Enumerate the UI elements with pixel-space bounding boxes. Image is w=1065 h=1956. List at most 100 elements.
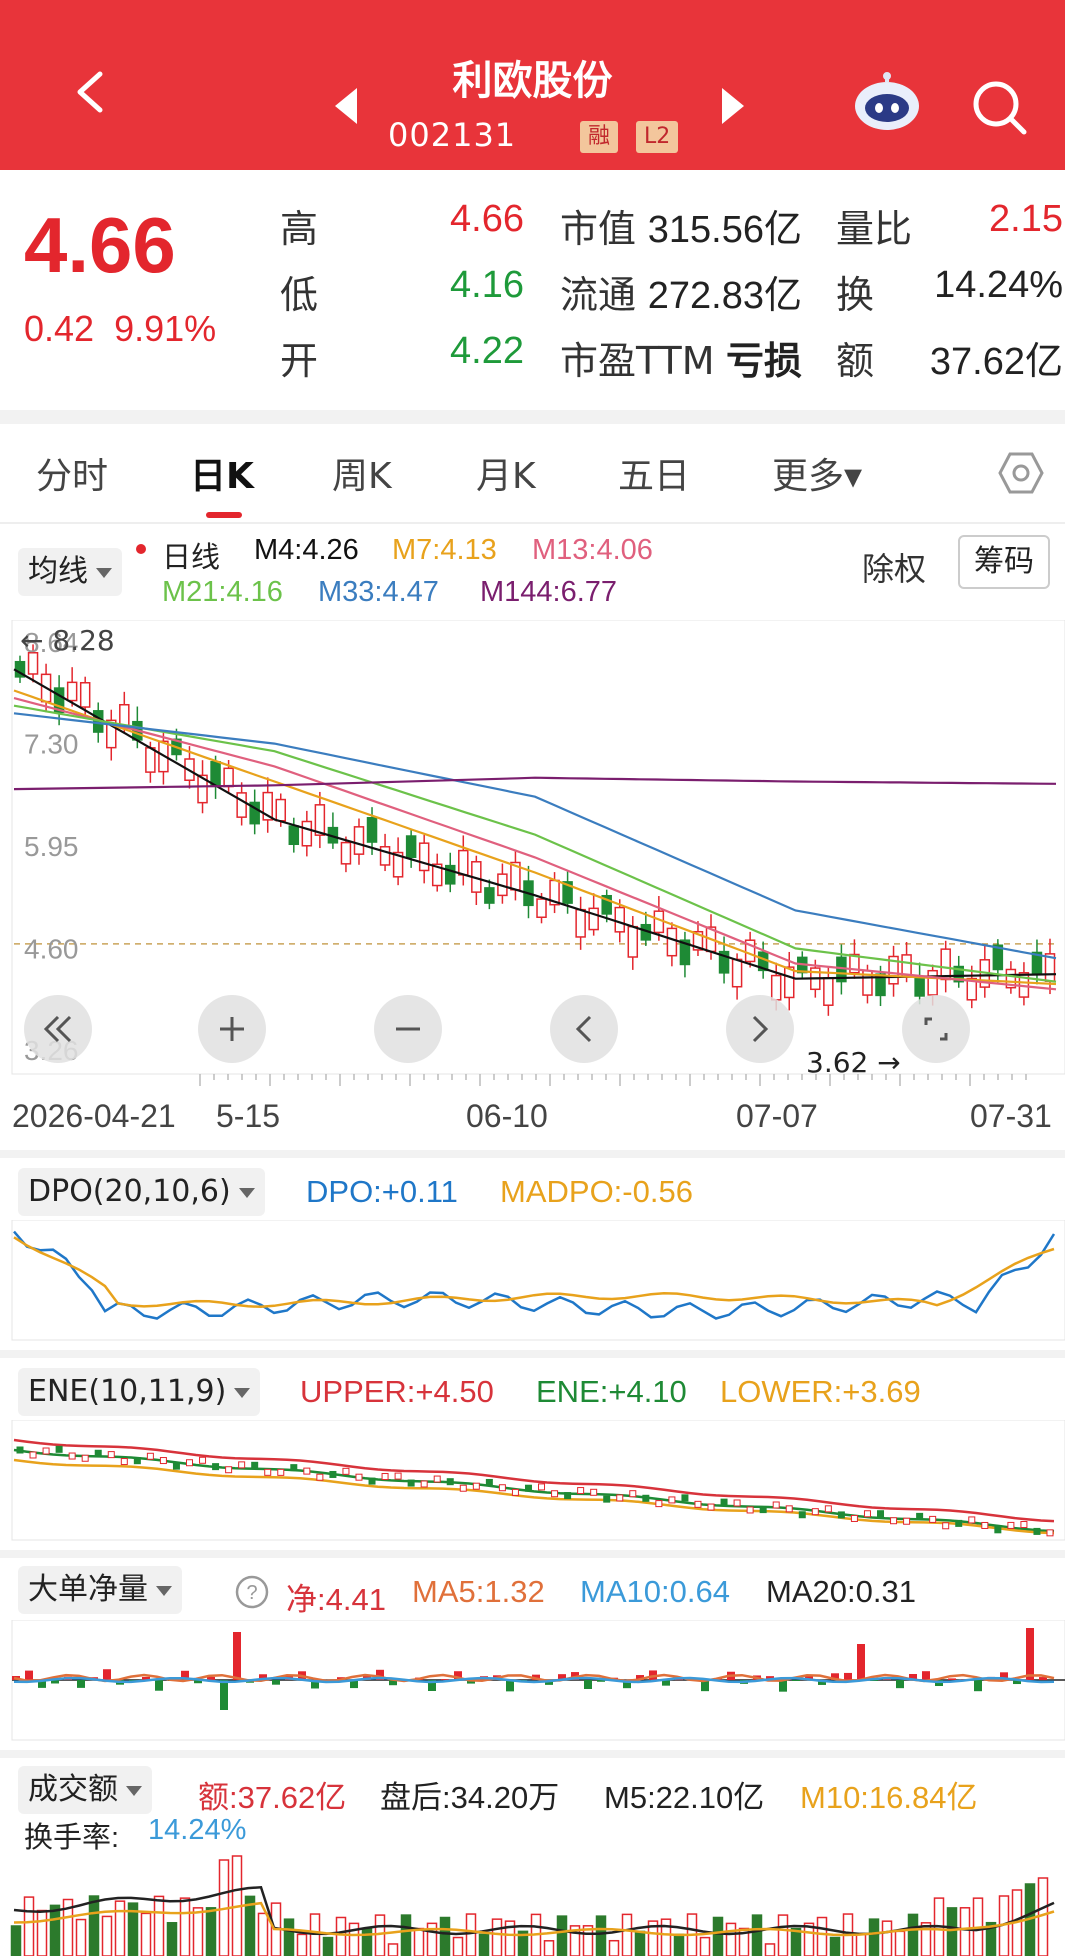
- zoom-out-button[interactable]: [374, 995, 442, 1063]
- bigorder-ma5-value: MA5:1.32: [412, 1574, 545, 1609]
- candle-body: [418, 842, 430, 872]
- ene-candle: [668, 1496, 676, 1504]
- volume-bar: [673, 1933, 685, 1956]
- ene-candle: [29, 1451, 37, 1459]
- volume-m10-value: M10:16.84亿: [800, 1780, 978, 1815]
- chip-distribution-button[interactable]: 筹码: [958, 535, 1050, 589]
- ene-candle: [850, 1514, 858, 1522]
- volume-chart[interactable]: [0, 1850, 1065, 1956]
- legend-m4: M4:4.26: [254, 534, 359, 566]
- candle-body: [588, 907, 599, 931]
- ene-candle: [290, 1464, 298, 1472]
- ene-candle: [55, 1445, 63, 1453]
- date-label-2: 5-15: [216, 1098, 281, 1134]
- ene-upper-value: UPPER:+4.50: [300, 1374, 494, 1409]
- turnover-label: 换: [836, 273, 875, 317]
- ene-candle: [642, 1494, 650, 1502]
- ene-candle: [877, 1510, 885, 1518]
- candle-body: [79, 682, 91, 708]
- ene-chart[interactable]: [0, 1420, 1065, 1542]
- ene-candle: [68, 1452, 76, 1460]
- candle-body: [901, 954, 912, 977]
- dpo-chart[interactable]: [0, 1220, 1065, 1342]
- volume-selector[interactable]: 成交额: [18, 1766, 152, 1814]
- volume-bar: [946, 1907, 958, 1956]
- help-icon[interactable]: ?: [234, 1574, 270, 1610]
- tab-five-day[interactable]: 五日: [618, 447, 690, 499]
- bigorder-net-value: 净:4.41: [286, 1582, 386, 1617]
- tab-daily-k[interactable]: 日K: [190, 447, 254, 499]
- tab-more[interactable]: 更多▾: [772, 447, 862, 499]
- volume-bar: [114, 1900, 126, 1956]
- candle-body: [340, 841, 352, 865]
- ene-candle: [120, 1458, 128, 1466]
- zoom-in-button[interactable]: [198, 995, 266, 1063]
- volume-bar: [595, 1915, 607, 1956]
- settings-icon[interactable]: [998, 450, 1044, 496]
- bigorder-chart[interactable]: [0, 1620, 1065, 1742]
- bigorder-bar: [584, 1680, 592, 1689]
- candle-body: [405, 835, 417, 859]
- volume-bar: [36, 1909, 48, 1956]
- ene-candle: [629, 1490, 637, 1498]
- scroll-right-button[interactable]: [726, 995, 794, 1063]
- bigorder-bar: [857, 1644, 865, 1680]
- ene-candle: [133, 1457, 141, 1465]
- ene-candle: [955, 1519, 963, 1527]
- legend-m33: M33:4.47: [318, 576, 439, 608]
- bigorder-bar: [25, 1670, 33, 1680]
- low-value: 4.16: [450, 264, 524, 306]
- pe-value: 亏损: [725, 341, 802, 383]
- volume-bar: [829, 1936, 841, 1956]
- ex-rights-button[interactable]: 除权: [862, 544, 926, 590]
- price-change: 0.42 9.91%: [24, 308, 216, 350]
- ene-candle: [264, 1468, 272, 1476]
- volume-bar: [374, 1914, 386, 1956]
- bigorder-bar: [948, 1678, 956, 1680]
- ma-selector[interactable]: 均线: [18, 548, 122, 596]
- ene-candle: [368, 1477, 376, 1485]
- bigorder-bar: [1026, 1628, 1034, 1680]
- search-icon[interactable]: [970, 78, 1028, 136]
- volume-ratio-value: 2.15: [989, 198, 1063, 240]
- bigorder-bar: [974, 1680, 982, 1692]
- change-percent: 9.91%: [114, 308, 217, 349]
- ene-candle: [863, 1510, 871, 1518]
- fullscreen-button[interactable]: [902, 995, 970, 1063]
- bigorder-bar: [220, 1680, 228, 1710]
- high-label: 高: [280, 207, 319, 251]
- tab-monthly-k[interactable]: 月K: [476, 447, 536, 499]
- volume-bar: [101, 1915, 113, 1956]
- ene-candle: [511, 1488, 519, 1496]
- next-stock-icon[interactable]: [722, 88, 744, 124]
- tab-intraday[interactable]: 分时: [36, 447, 108, 499]
- candle-body: [314, 804, 326, 836]
- volume-bar: [868, 1918, 880, 1956]
- ene-candle: [94, 1449, 102, 1457]
- bigorder-bar: [103, 1669, 111, 1680]
- ene-candle: [811, 1508, 819, 1516]
- date-label-4: 07-07: [736, 1098, 818, 1134]
- ene-candle: [342, 1467, 350, 1475]
- bigorder-selector[interactable]: 大单净量: [18, 1566, 182, 1614]
- current-price: 4.66: [24, 201, 176, 289]
- scroll-first-button[interactable]: [24, 995, 92, 1063]
- bigorder-bar: [233, 1632, 241, 1680]
- ene-candle: [916, 1512, 924, 1520]
- chart-min-label: 3.62 →: [806, 1046, 901, 1079]
- bigorder-ma10-value: MA10:0.64: [580, 1574, 730, 1609]
- chevron-right-icon: [752, 1015, 769, 1043]
- volume-amount-value: 额:37.62亿: [198, 1780, 347, 1815]
- tab-divider: [0, 522, 1065, 524]
- tab-weekly-k[interactable]: 周K: [332, 447, 392, 499]
- dpo-selector[interactable]: DPO(20,10,6): [18, 1168, 265, 1216]
- ene-candle: [564, 1492, 572, 1500]
- float-cap-label: 流通: [560, 273, 637, 317]
- scroll-left-button[interactable]: [550, 995, 618, 1063]
- ene-candle: [616, 1494, 624, 1502]
- ene-candle: [824, 1505, 832, 1513]
- robot-assistant-icon[interactable]: [852, 72, 922, 132]
- volume-bar: [634, 1930, 646, 1956]
- ene-selector[interactable]: ENE(10,11,9): [18, 1368, 261, 1416]
- volume-bar: [49, 1904, 61, 1956]
